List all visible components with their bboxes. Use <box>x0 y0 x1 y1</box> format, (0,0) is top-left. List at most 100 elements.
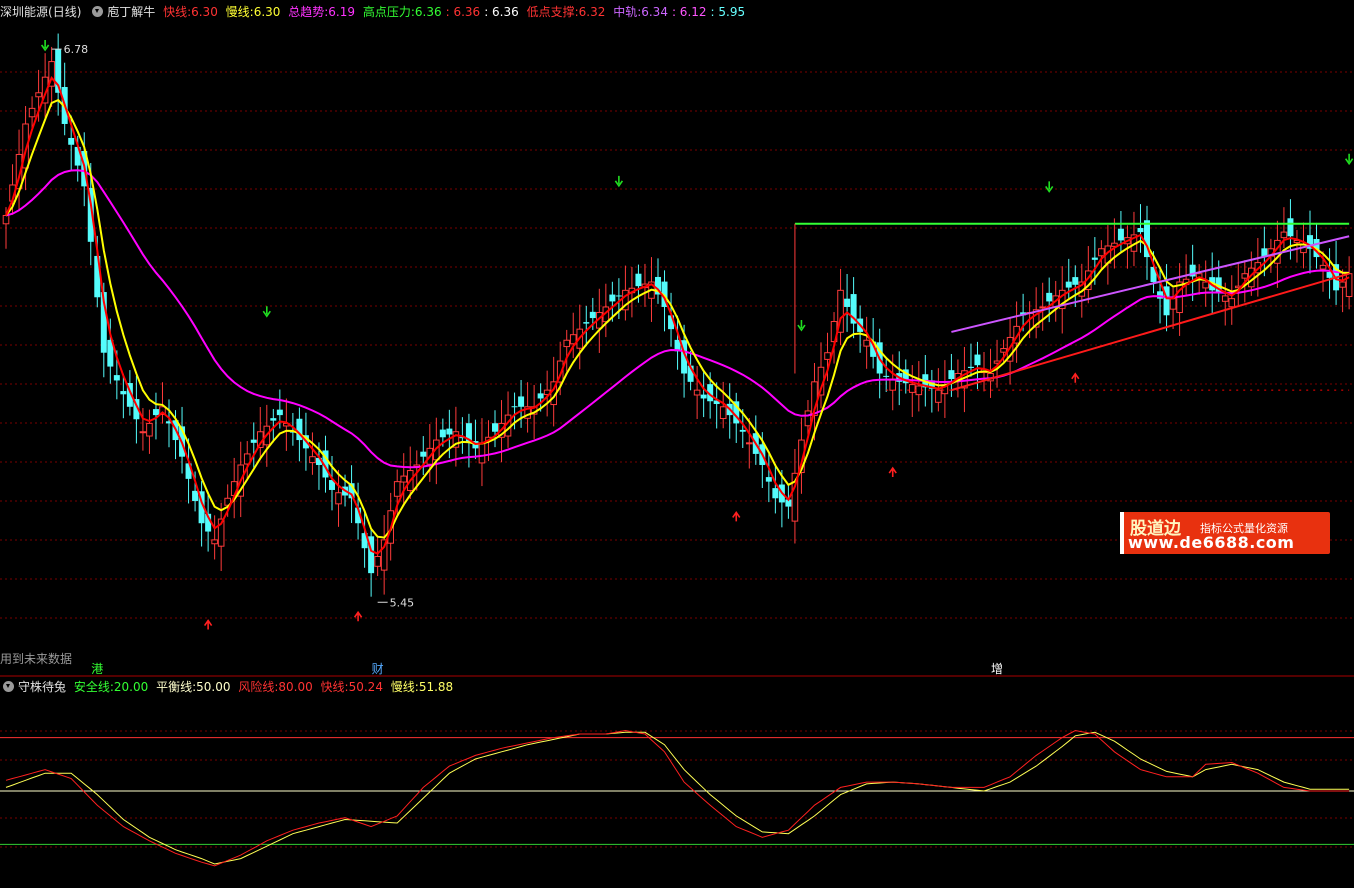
candle-down <box>615 295 622 297</box>
stock-name: 深圳能源 <box>0 5 49 19</box>
safe-line-value: 20.00 <box>113 680 149 694</box>
candle-down <box>583 322 590 324</box>
candle-down <box>152 409 159 416</box>
candle-down <box>270 418 277 421</box>
indicator-name: 庖丁解牛 <box>107 5 156 19</box>
future-data-note: 用到未来数据 <box>0 652 73 666</box>
chart-period: (日线) <box>48 5 82 19</box>
candle-down <box>446 428 453 435</box>
candle-down <box>635 273 642 287</box>
candle-down <box>1117 228 1124 241</box>
candle-up <box>478 442 486 464</box>
mid-rail-label: 中轨: <box>613 5 642 19</box>
sub-indicator-name: 守株待兔 <box>18 680 67 694</box>
candle-up <box>745 442 753 445</box>
candle-up <box>935 389 942 403</box>
bottom-marker: 港 <box>91 662 104 676</box>
sub-fast-line-value: 50.24 <box>348 680 383 694</box>
safe-line-label: 安全线: <box>73 680 114 694</box>
candle-up <box>1241 273 1249 279</box>
candle-down <box>1137 228 1144 233</box>
candle-down <box>739 429 746 432</box>
candle-down <box>844 298 851 307</box>
watermark-logo: 股道边 指标公式量化资源 www.de6688.com <box>1120 512 1330 554</box>
candle-up <box>309 456 316 464</box>
candle-up <box>2 214 10 225</box>
candle-up <box>1000 348 1007 353</box>
candle-up <box>1039 306 1046 309</box>
candle-down <box>700 394 707 399</box>
candle-down <box>420 451 427 457</box>
buy-arrow-icon <box>1071 372 1080 383</box>
sub-fast-line <box>5 729 1350 867</box>
balance-line-value: 50.00 <box>196 680 231 694</box>
candle-down <box>68 137 75 145</box>
candle-down <box>511 406 518 408</box>
sell-arrow-icon <box>1045 181 1054 193</box>
resistance-label: 高点压力: <box>362 5 415 19</box>
sub-slow-line-value: 51.88 <box>418 680 454 694</box>
price-annotation-label: 5.45 <box>390 596 415 609</box>
fast-line-value: 6.30 <box>191 5 218 19</box>
candle-down <box>765 477 772 482</box>
candle-up <box>393 481 401 497</box>
candle-up <box>719 406 727 420</box>
sell-arrow-icon <box>797 320 806 332</box>
buy-arrow-icon <box>203 619 213 630</box>
indicator-dropdown-icon[interactable] <box>92 6 104 17</box>
candle-down <box>192 490 199 502</box>
candle-up <box>915 385 923 396</box>
watermark-bar <box>1120 512 1124 554</box>
candle-down <box>1046 292 1053 302</box>
risk-line-value: 80.00 <box>278 680 313 694</box>
candle-up <box>1228 298 1236 308</box>
slow-line-label: 慢线: <box>225 5 254 19</box>
candle-up <box>1280 231 1288 239</box>
risk-line-label: 风险线: <box>238 680 279 694</box>
candle-up <box>863 339 870 347</box>
candle-down <box>1091 257 1098 260</box>
sub-slow-line-label: 慢线: <box>390 680 419 694</box>
candle-down <box>537 393 544 399</box>
candle-up <box>35 92 42 98</box>
resistance-value-3: : 6.36 <box>484 5 519 19</box>
sub-fast-line-label: 快线: <box>320 680 349 694</box>
candle-down <box>276 409 283 416</box>
candle-up <box>804 410 812 427</box>
buy-arrow-icon <box>353 610 363 622</box>
sell-arrow-icon <box>262 306 271 318</box>
sell-arrow-icon <box>1344 153 1354 166</box>
candle-up <box>824 352 831 360</box>
candle-up <box>908 384 916 393</box>
mid-rail-value-1: 6.34 <box>641 5 668 19</box>
watermark-site: www.de6688.com <box>1128 533 1295 552</box>
candle-up <box>374 556 381 567</box>
sub-indicator-dropdown-icon[interactable] <box>3 681 14 692</box>
candle-up <box>889 378 897 391</box>
candle-up <box>211 539 218 545</box>
bottom-marker: 财 <box>371 662 384 676</box>
candle-down <box>772 488 779 499</box>
candle-up <box>1339 281 1346 288</box>
candle-down <box>1287 218 1294 237</box>
candle-down <box>883 375 890 377</box>
candle-up <box>28 107 36 118</box>
resistance-value-1: 6.36 <box>414 5 442 19</box>
trend-value: 6.19 <box>328 5 356 19</box>
mid-rail-value-3: : 5.95 <box>710 5 746 19</box>
candle-down <box>113 375 120 381</box>
candle-down <box>609 294 616 302</box>
resistance-value-2: : 6.36 <box>445 5 481 19</box>
sell-arrow-icon <box>614 175 624 188</box>
candle-up <box>693 389 701 396</box>
fast-line-label: 快线: <box>163 5 192 19</box>
candle-up <box>335 492 342 505</box>
price-annotation-label: 6.78 <box>64 43 89 56</box>
candle-up <box>1098 248 1105 257</box>
mid-rail-value-2: : 6.12 <box>671 5 707 19</box>
price-chart: 6.78 5.45 <box>0 33 1354 867</box>
candle-down <box>1072 277 1079 285</box>
candle-up <box>400 475 408 483</box>
candle-down <box>589 311 596 319</box>
support-value: 6.32 <box>578 5 606 19</box>
